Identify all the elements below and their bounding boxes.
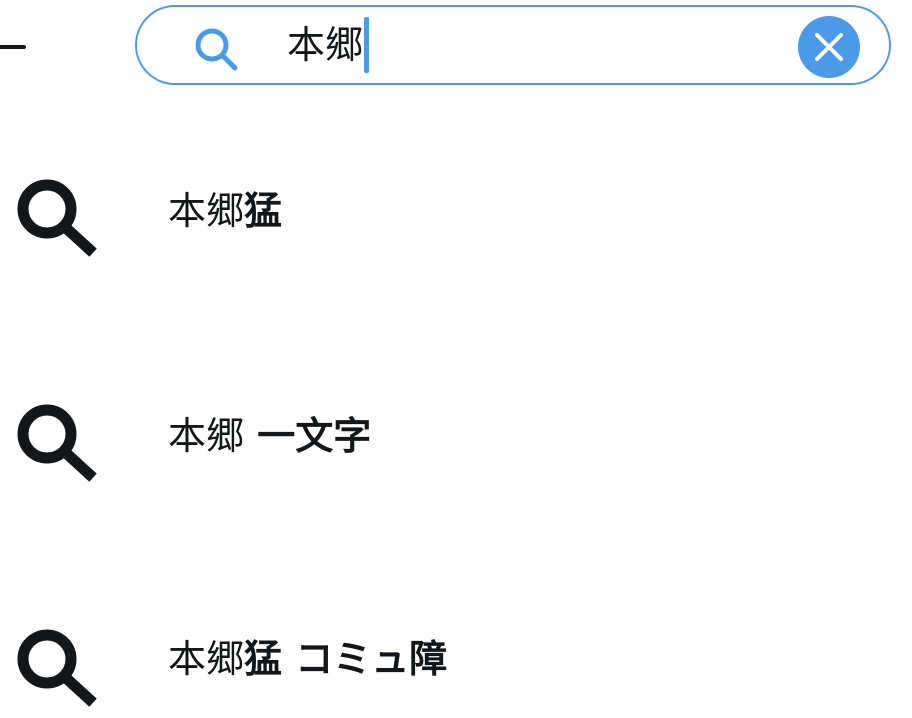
suggestion-match-text: 本郷: [168, 414, 245, 458]
clear-search-button[interactable]: [798, 16, 860, 78]
suggestion-text: 本郷猛 コミュ障: [168, 635, 447, 683]
close-icon: [815, 33, 843, 61]
suggestion-match-text: 本郷: [168, 189, 245, 233]
search-input-value: 本郷: [287, 23, 364, 67]
suggestion-completion-text: 猛: [244, 189, 283, 233]
search-icon: [193, 26, 239, 72]
search-suggestion[interactable]: 本郷 一文字: [0, 360, 912, 510]
search-icon: [13, 175, 97, 259]
suggestion-match-text: 本郷: [168, 637, 245, 681]
suggestion-completion-text: 一文字: [244, 414, 372, 458]
search-bar: 本郷: [135, 5, 891, 85]
search-suggestion[interactable]: 本郷猛 コミュ障: [0, 585, 912, 718]
suggestion-completion-text: 猛 コミュ障: [244, 637, 448, 681]
search-suggestion[interactable]: 本郷猛: [0, 135, 912, 285]
arrow-left-icon: [0, 45, 26, 49]
text-caret: [364, 17, 370, 73]
search-input[interactable]: 本郷: [287, 17, 787, 73]
suggestion-text: 本郷 一文字: [168, 412, 371, 460]
search-screen: 本郷 本郷猛 本郷 一文字 本郷猛 コミュ障: [0, 0, 912, 718]
back-button[interactable]: [0, 25, 26, 69]
suggestion-text: 本郷猛: [168, 187, 282, 235]
search-icon: [13, 625, 97, 709]
search-icon: [13, 400, 97, 484]
